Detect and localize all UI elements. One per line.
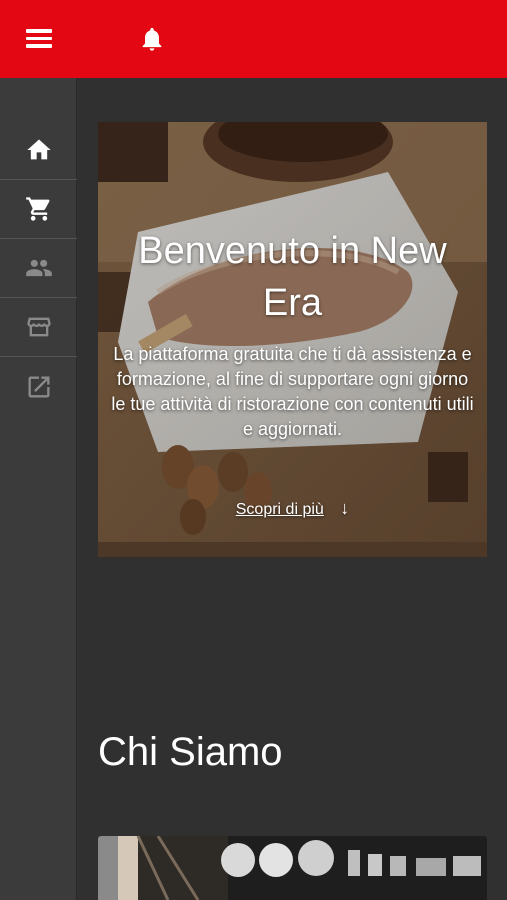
discover-more-link[interactable]: Scopri di più [236,501,324,518]
store-icon [26,317,51,337]
cart-icon [25,197,50,221]
sidebar-item-store[interactable] [0,298,77,357]
hero-banner: Benvenuto in New Era La piattaforma grat… [98,122,487,557]
hero-description: La piattaforma gratuita che ti dà assist… [111,344,474,439]
about-image [98,836,487,900]
sidebar-item-people[interactable] [0,239,77,298]
sidebar-item-home[interactable] [0,121,77,180]
arrow-down-icon: ↓ [340,498,350,518]
top-app-bar [0,0,507,78]
hero-overlay [98,122,487,557]
hamburger-menu-icon[interactable] [26,27,52,49]
external-link-icon [28,376,49,397]
home-icon [26,139,51,160]
sidebar-item-external-link[interactable] [0,357,77,416]
people-icon [25,259,52,277]
section-title-about: Chi Siamo [98,730,283,774]
hero-cta: Scopri di più ↓ [98,498,487,519]
sidebar-item-cart[interactable] [0,180,77,239]
hero-title: Benvenuto in New Era [138,230,447,324]
bell-icon[interactable] [138,24,166,54]
sidebar [0,78,77,900]
